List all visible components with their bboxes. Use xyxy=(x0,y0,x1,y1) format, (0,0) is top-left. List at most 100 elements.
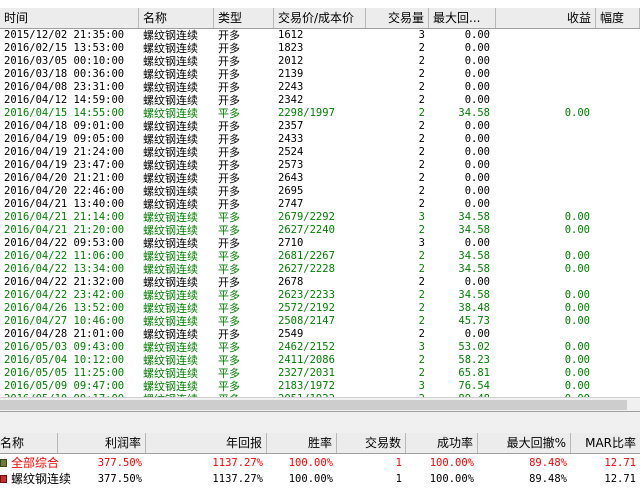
cell-profit xyxy=(496,237,590,250)
summary-header-success[interactable]: 成功率 xyxy=(406,433,478,453)
column-header-profit[interactable]: 收益 xyxy=(496,8,596,28)
cell-qty: 3 xyxy=(418,341,425,353)
cell-price: 2681/2267 xyxy=(278,250,335,262)
cell-price: 2243 xyxy=(278,81,304,93)
column-header-qty[interactable]: 交易量 xyxy=(366,8,429,28)
cell-time: 2016/04/12 14:59:00 xyxy=(4,94,125,106)
table-row[interactable]: 2016/04/26 13:52:00 螺纹钢连续 平多 2572/2192 2 38.4… xyxy=(0,302,640,315)
summary-header-trades[interactable]: 交易数 xyxy=(337,433,406,453)
cell-type: 开多 xyxy=(218,198,240,211)
cell-name: 螺纹钢连续 xyxy=(143,224,198,237)
cell-type: 开多 xyxy=(218,328,240,341)
cell-profit: 0.00 xyxy=(564,367,590,379)
cell-price: 2298/1997 xyxy=(278,107,335,119)
cell-name: 螺纹钢连续 xyxy=(143,94,198,107)
summary-cell-profit-rate: 377.50% xyxy=(97,457,142,469)
summary-header-annual[interactable]: 年回报 xyxy=(146,433,267,453)
cell-maxdd: 34.58 xyxy=(458,263,490,275)
cell-time: 2016/05/03 09:43:00 xyxy=(4,341,125,353)
cell-profit xyxy=(496,29,590,42)
cell-maxdd: 45.73 xyxy=(458,315,490,327)
summary-cell-mar: 12.71 xyxy=(604,457,636,469)
table-row[interactable]: 2016/04/21 13:40:00 螺纹钢连续 开多 2747 2 0.00 xyxy=(0,198,640,211)
table-row[interactable]: 2016/04/08 23:31:00 螺纹钢连续 开多 2243 2 0.00 xyxy=(0,81,640,94)
summary-cell-annual: 1137.27% xyxy=(212,457,263,469)
cell-profit xyxy=(496,198,590,211)
cell-qty: 2 xyxy=(418,263,425,275)
cell-type: 平多 xyxy=(218,380,240,393)
column-header-type[interactable]: 类型 xyxy=(214,8,274,28)
table-row[interactable]: 2016/04/21 21:14:00 螺纹钢连续 平多 2679/2292 3 34.5… xyxy=(0,211,640,224)
trade-list-panel: 时间 名称 类型 交易价/成本价 交易量 最大回... 收益 幅度 2015/1… xyxy=(0,0,640,411)
table-row[interactable]: 2016/05/04 10:12:00 螺纹钢连续 平多 2411/2086 2 58.2… xyxy=(0,354,640,367)
summary-header-win-rate[interactable]: 胜率 xyxy=(267,433,337,453)
summary-cell-success: 100.00% xyxy=(429,473,474,485)
cell-time: 2016/04/22 11:06:00 xyxy=(4,250,125,262)
cell-name: 螺纹钢连续 xyxy=(143,289,198,302)
cell-maxdd: 34.58 xyxy=(458,211,490,223)
cell-price: 2327/2031 xyxy=(278,367,335,379)
column-header-price[interactable]: 交易价/成本价 xyxy=(274,8,366,28)
table-row[interactable]: 2016/04/19 21:24:00 螺纹钢连续 开多 2524 2 0.00 xyxy=(0,146,640,159)
cell-time: 2016/04/27 10:46:00 xyxy=(4,315,125,327)
summary-row[interactable]: 螺纹钢连续 377.50% 1137.27% 100.00% 1 100.00% 89.48… xyxy=(0,472,640,487)
horizontal-scrollbar[interactable] xyxy=(0,397,640,411)
cell-time: 2016/04/26 13:52:00 xyxy=(4,302,125,314)
table-row[interactable]: 2016/02/15 13:53:00 螺纹钢连续 开多 1823 2 0.00 xyxy=(0,42,640,55)
summary-header-maxdd[interactable]: 最大回撤% xyxy=(478,433,571,453)
table-row[interactable]: 2016/04/19 23:47:00 螺纹钢连续 开多 2573 2 0.00 xyxy=(0,159,640,172)
cell-type: 平多 xyxy=(218,263,240,276)
cell-type: 平多 xyxy=(218,367,240,380)
cell-maxdd: 0.00 xyxy=(464,276,490,288)
table-row[interactable]: 2016/04/22 21:32:00 螺纹钢连续 开多 2678 2 0.00 xyxy=(0,276,640,289)
cell-qty: 2 xyxy=(418,68,425,80)
cell-type: 平多 xyxy=(218,354,240,367)
table-row[interactable]: 2016/04/20 21:21:00 螺纹钢连续 开多 2643 2 0.00 xyxy=(0,172,640,185)
table-row[interactable]: 2016/04/19 09:05:00 螺纹钢连续 开多 2433 2 0.00 xyxy=(0,133,640,146)
cell-name: 螺纹钢连续 xyxy=(143,172,198,185)
table-row[interactable]: 2016/04/28 21:01:00 螺纹钢连续 开多 2549 2 0.00 xyxy=(0,328,640,341)
cell-price: 2643 xyxy=(278,172,304,184)
table-row[interactable]: 2016/05/09 09:47:00 螺纹钢连续 平多 2183/1972 3 76.5… xyxy=(0,380,640,393)
column-header-range[interactable]: 幅度 xyxy=(596,8,640,28)
table-row[interactable]: 2016/03/18 00:36:00 螺纹钢连续 开多 2139 2 0.00 xyxy=(0,68,640,81)
table-row[interactable]: 2016/03/05 00:10:00 螺纹钢连续 开多 2012 2 0.00 xyxy=(0,55,640,68)
table-row[interactable]: 2016/04/20 22:46:00 螺纹钢连续 开多 2695 2 0.00 xyxy=(0,185,640,198)
table-row[interactable]: 2016/04/22 23:42:00 螺纹钢连续 平多 2623/2233 2 34.5… xyxy=(0,289,640,302)
cell-name: 螺纹钢连续 xyxy=(143,263,198,276)
column-header-name[interactable]: 名称 xyxy=(139,8,214,28)
panel-splitter[interactable] xyxy=(0,411,640,435)
table-row[interactable]: 2016/04/18 09:01:00 螺纹钢连续 开多 2357 2 0.00 xyxy=(0,120,640,133)
cell-name: 螺纹钢连续 xyxy=(143,198,198,211)
table-row[interactable]: 2016/04/27 10:46:00 螺纹钢连续 平多 2508/2147 2 45.7… xyxy=(0,315,640,328)
table-row[interactable]: 2016/04/15 14:55:00 螺纹钢连续 平多 2298/1997 2 34.5… xyxy=(0,107,640,120)
cell-type: 平多 xyxy=(218,315,240,328)
cell-qty: 2 xyxy=(418,107,425,119)
summary-header-mar[interactable]: MAR比率 xyxy=(571,433,640,453)
table-row[interactable]: 2016/05/05 11:25:00 螺纹钢连续 平多 2327/2031 2 65.8… xyxy=(0,367,640,380)
cell-name: 螺纹钢连续 xyxy=(143,42,198,55)
cell-name: 螺纹钢连续 xyxy=(143,146,198,159)
summary-row[interactable]: 全部综合 377.50% 1137.27% 100.00% 1 100.00% 89.48%… xyxy=(0,456,640,471)
cell-price: 2679/2292 xyxy=(278,211,335,223)
summary-header-name[interactable]: 名称 xyxy=(0,433,58,453)
cell-name: 螺纹钢连续 xyxy=(143,237,198,250)
table-row[interactable]: 2016/04/22 13:34:00 螺纹钢连续 平多 2627/2228 2 34.5… xyxy=(0,263,640,276)
table-row[interactable]: 2016/05/03 09:43:00 螺纹钢连续 平多 2462/2152 3 53.0… xyxy=(0,341,640,354)
table-row[interactable]: 2015/12/02 21:35:00 螺纹钢连续 开多 1612 3 0.00 xyxy=(0,29,640,42)
cell-maxdd: 76.54 xyxy=(458,380,490,392)
cell-profit: 0.00 xyxy=(564,211,590,223)
cell-maxdd: 0.00 xyxy=(464,328,490,340)
table-row[interactable]: 2016/04/22 11:06:00 螺纹钢连续 平多 2681/2267 2 34.5… xyxy=(0,250,640,263)
cell-type: 开多 xyxy=(218,276,240,289)
cell-price: 2549 xyxy=(278,328,304,340)
summary-header-profit-rate[interactable]: 利润率 xyxy=(58,433,146,453)
cell-qty: 2 xyxy=(418,185,425,197)
scrollbar-thumb[interactable] xyxy=(0,400,627,410)
column-header-maxdd[interactable]: 最大回... xyxy=(429,8,496,28)
table-row[interactable]: 2016/04/22 09:53:00 螺纹钢连续 开多 2710 3 0.00 xyxy=(0,237,640,250)
cell-maxdd: 34.58 xyxy=(458,250,490,262)
table-row[interactable]: 2016/04/12 14:59:00 螺纹钢连续 开多 2342 2 0.00 xyxy=(0,94,640,107)
column-header-time[interactable]: 时间 xyxy=(0,8,139,28)
table-row[interactable]: 2016/04/21 21:20:00 螺纹钢连续 平多 2627/2240 2 34.5… xyxy=(0,224,640,237)
